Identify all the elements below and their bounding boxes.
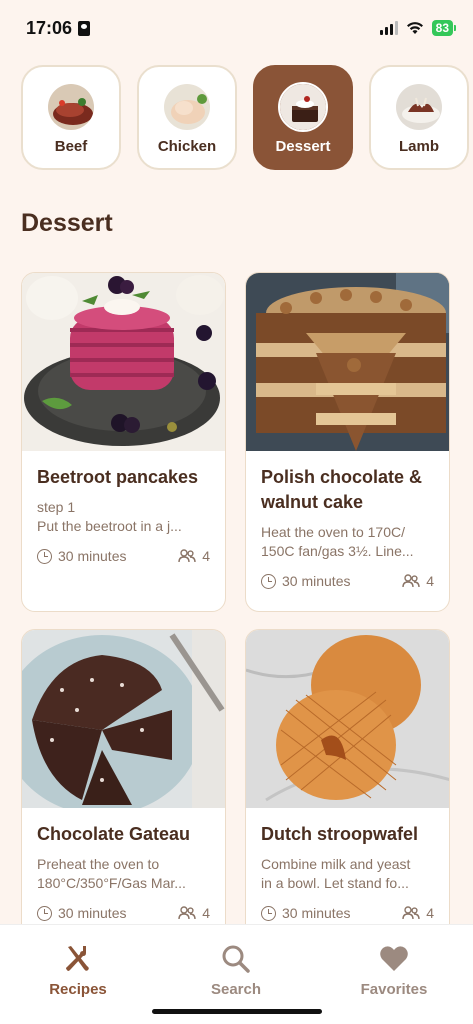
recipe-desc-line: Preheat the oven to (37, 856, 160, 872)
recipe-description: step 1 Put the beetroot in a j... (37, 498, 210, 536)
recipe-meta: 30 minutes 4 (261, 573, 434, 589)
recipe-time: 30 minutes (261, 573, 350, 589)
recipe-servings-value: 4 (426, 573, 434, 589)
wifi-icon (406, 22, 423, 34)
recipe-card-beetroot-pancakes[interactable]: Beetroot pancakes step 1 Put the beetroo… (21, 272, 226, 612)
status-right: 83 (379, 20, 457, 36)
nav-recipes[interactable]: Recipes (18, 943, 138, 998)
recipe-desc-line: step 1 (37, 499, 76, 515)
nav-label: Recipes (49, 981, 107, 998)
recipe-servings: 4 (402, 905, 434, 921)
cutlery-icon (66, 946, 89, 971)
battery-indicator: 83 (431, 20, 457, 36)
category-label: Beef (54, 138, 88, 155)
recipe-servings-value: 4 (426, 905, 434, 921)
recipe-image (246, 630, 449, 808)
recipe-image (22, 273, 225, 451)
recipe-title-line: walnut cake (261, 492, 364, 512)
category-label: Lamb (398, 138, 439, 155)
category-label: Dessert (275, 138, 331, 155)
signal-icon (379, 21, 398, 35)
clock-icon (37, 548, 52, 564)
recipe-meta: 30 minutes 4 (37, 548, 210, 564)
beef-image (46, 82, 96, 132)
category-label: Chicken (157, 138, 217, 155)
recipe-description: Heat the oven to 170C/ 150C fan/gas 3½. … (261, 523, 434, 561)
recipe-time-value: 30 minutes (282, 573, 351, 589)
people-icon (402, 906, 420, 920)
nav-search[interactable]: Search (176, 943, 296, 998)
category-bar: Beef Chicken Dessert Lamb (21, 65, 473, 170)
people-icon (178, 906, 196, 920)
clock-icon (261, 905, 276, 921)
recipe-title: Chocolate Gateau (37, 824, 191, 844)
recipe-description: Combine milk and yeast in a bowl. Let st… (261, 855, 434, 893)
status-time-group: 17:06 (26, 18, 91, 39)
people-icon (402, 574, 420, 588)
recipe-servings: 4 (402, 573, 434, 589)
recipe-image (22, 630, 225, 808)
nav-label: Search (210, 981, 262, 998)
chicken-image (162, 82, 212, 132)
search-icon (222, 945, 250, 973)
heart-icon (380, 946, 408, 971)
recipe-time-value: 30 minutes (282, 905, 351, 921)
status-time: 17:06 (26, 18, 73, 38)
recipe-servings: 4 (178, 548, 210, 564)
nav-favorites[interactable]: Favorites (334, 943, 454, 998)
recipe-servings: 4 (178, 905, 210, 921)
recipe-image (246, 273, 449, 451)
recipe-meta: 30 minutes 4 (261, 905, 434, 921)
recipe-time-value: 30 minutes (58, 905, 127, 921)
focus-id-icon (78, 21, 91, 36)
recipe-title: Beetroot pancakes (37, 467, 199, 487)
recipe-time: 30 minutes (261, 905, 350, 921)
category-beef[interactable]: Beef (21, 65, 121, 170)
recipe-card-dutch-stroopwafel[interactable]: Dutch stroopwafel Combine milk and yeast… (245, 629, 450, 949)
status-bar: 17:06 83 (0, 0, 473, 56)
bottom-nav: Recipes Search Favorites (0, 924, 473, 1024)
home-indicator (152, 1009, 322, 1014)
recipe-desc-line: Put the beetroot in a j... (37, 518, 182, 534)
category-chicken[interactable]: Chicken (137, 65, 237, 170)
dessert-image (278, 82, 328, 132)
recipe-title: Dutch stroopwafel (261, 824, 419, 844)
lamb-image (394, 82, 444, 132)
people-icon (178, 549, 196, 563)
recipe-title: Polish chocolate & walnut cake (261, 465, 434, 515)
recipe-desc-line: Combine milk and yeast (261, 856, 411, 872)
recipe-card-polish-chocolate-walnut-cake[interactable]: Polish chocolate & walnut cake Heat the … (245, 272, 450, 612)
recipe-description: Preheat the oven to 180°C/350°F/Gas Mar.… (37, 855, 210, 893)
recipe-desc-line: 150C fan/gas 3½. Line... (261, 543, 414, 559)
clock-icon (37, 905, 52, 921)
recipe-title-line: Polish chocolate & (261, 467, 423, 487)
recipe-meta: 30 minutes 4 (37, 905, 210, 921)
category-lamb[interactable]: Lamb (369, 65, 469, 170)
category-dessert[interactable]: Dessert (253, 65, 353, 170)
recipe-desc-line: Heat the oven to 170C/ (261, 524, 405, 540)
recipe-time-value: 30 minutes (58, 548, 127, 564)
recipe-servings-value: 4 (202, 905, 210, 921)
recipe-servings-value: 4 (202, 548, 210, 564)
recipe-desc-line: in a bowl. Let stand fo... (261, 875, 409, 891)
recipe-card-chocolate-gateau[interactable]: Chocolate Gateau Preheat the oven to 180… (21, 629, 226, 949)
clock-icon (261, 573, 276, 589)
section-title: Dessert (21, 209, 113, 237)
recipe-time: 30 minutes (37, 905, 126, 921)
nav-label: Favorites (360, 981, 428, 998)
recipe-time: 30 minutes (37, 548, 126, 564)
recipe-desc-line: 180°C/350°F/Gas Mar... (37, 875, 186, 891)
